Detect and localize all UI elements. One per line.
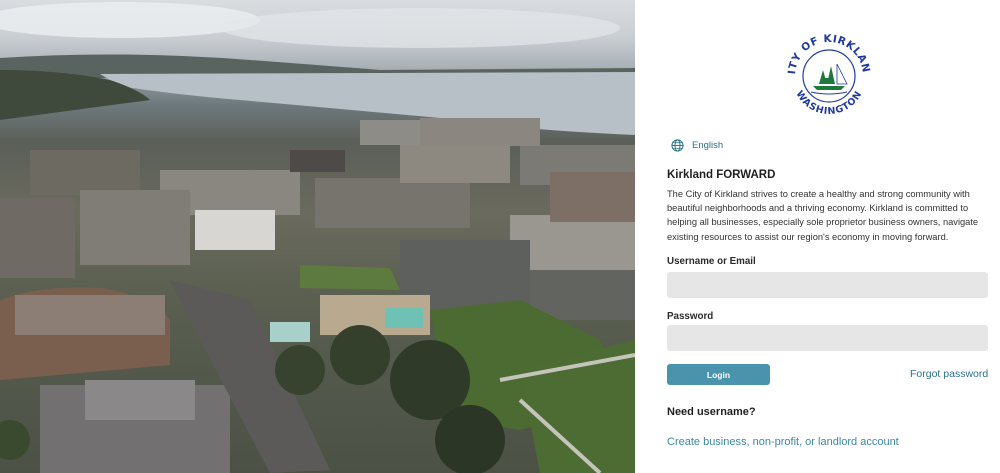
username-input[interactable] bbox=[667, 272, 988, 298]
aerial-city-illustration bbox=[0, 2, 635, 473]
login-panel: CITY OF KIRKLAND WASHINGTON English Kirk… bbox=[635, 0, 1000, 473]
hero-aerial-photo bbox=[0, 0, 635, 473]
create-account-link[interactable]: Create business, non-profit, or landlord… bbox=[667, 436, 899, 448]
page-title: Kirkland FORWARD bbox=[667, 169, 776, 181]
username-label: Username or Email bbox=[667, 256, 756, 267]
password-input[interactable] bbox=[667, 325, 988, 351]
city-seal-logo: CITY OF KIRKLAND WASHINGTON bbox=[778, 17, 875, 122]
intro-text: The City of Kirkland strives to create a… bbox=[667, 189, 979, 242]
login-button[interactable]: Login bbox=[667, 364, 770, 385]
forgot-password-link[interactable]: Forgot password bbox=[910, 368, 988, 380]
language-selector[interactable]: English bbox=[671, 139, 723, 152]
need-username-heading: Need username? bbox=[667, 406, 756, 418]
password-label: Password bbox=[667, 311, 714, 322]
language-label: English bbox=[692, 140, 724, 151]
globe-icon bbox=[671, 139, 684, 152]
